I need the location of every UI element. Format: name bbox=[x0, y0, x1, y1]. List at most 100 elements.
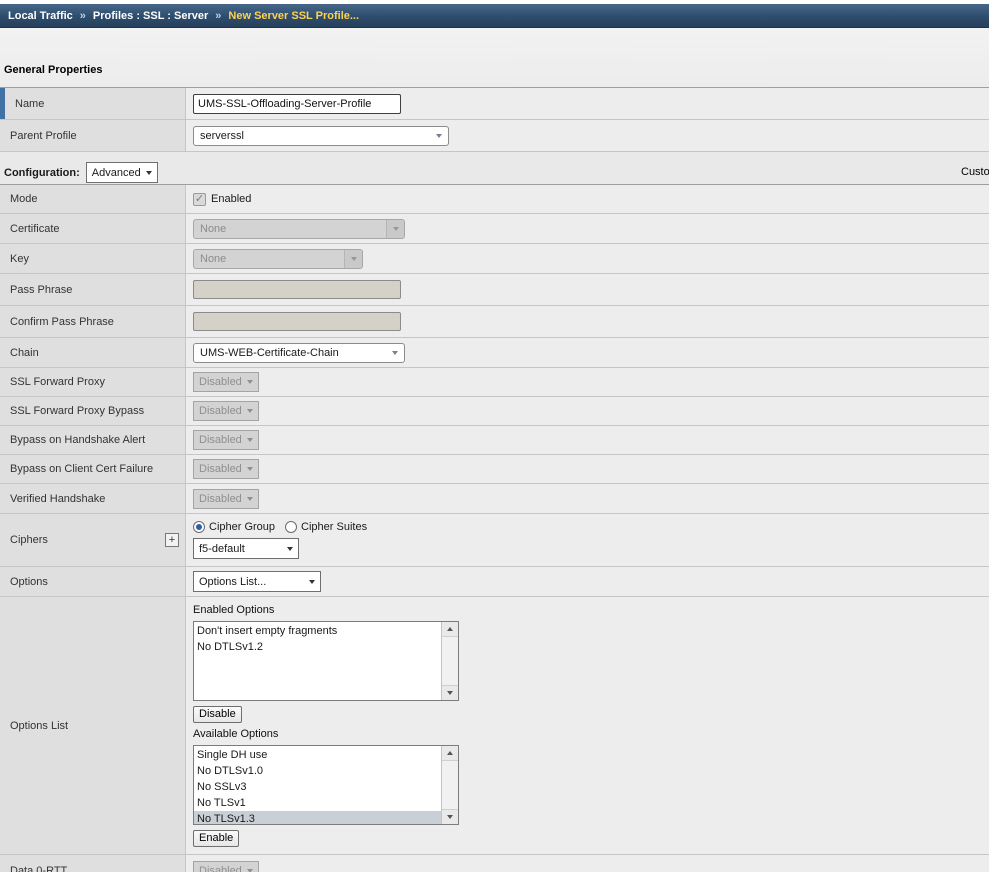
list-item[interactable]: No TLSv1 bbox=[194, 795, 441, 811]
ssl-forward-proxy-row: SSL Forward Proxy Disabled bbox=[0, 368, 989, 397]
ciphers-expand-button[interactable]: + bbox=[165, 533, 179, 547]
list-item[interactable]: No DTLSv1.2 bbox=[194, 639, 441, 655]
chevron-down-icon bbox=[247, 409, 253, 413]
configuration-level-select[interactable]: Advanced bbox=[86, 162, 158, 183]
name-value-cell bbox=[186, 88, 989, 119]
list-item[interactable]: No SSLv3 bbox=[194, 779, 441, 795]
breadcrumb-separator-icon: » bbox=[215, 10, 221, 22]
list-item[interactable]: No DTLSv1.0 bbox=[194, 763, 441, 779]
mode-row: Mode ✓ Enabled bbox=[0, 185, 989, 214]
enabled-options-title: Enabled Options bbox=[193, 604, 274, 616]
custom-column-header: Custom bbox=[961, 166, 989, 178]
options-select[interactable]: Options List... bbox=[193, 571, 321, 592]
verified-handshake-value: Disabled bbox=[199, 493, 242, 505]
bypass-client-cert-failure-select: Disabled bbox=[193, 459, 259, 479]
verified-handshake-label: Verified Handshake bbox=[10, 493, 105, 505]
scroll-up-icon[interactable] bbox=[442, 622, 458, 637]
key-row: Key None bbox=[0, 244, 989, 274]
data-0rtt-row: Data 0-RTT Disabled bbox=[0, 855, 989, 872]
ssl-forward-proxy-bypass-value: Disabled bbox=[199, 405, 242, 417]
configuration-table: Mode ✓ Enabled Certificate None Key None bbox=[0, 184, 989, 872]
options-value: Options List... bbox=[199, 576, 266, 588]
breadcrumb: Local Traffic » Profiles : SSL : Server … bbox=[0, 4, 989, 28]
breadcrumb-separator-icon: » bbox=[80, 10, 86, 22]
chain-label: Chain bbox=[10, 347, 39, 359]
ciphers-label: Ciphers bbox=[10, 534, 48, 546]
chain-dropdown[interactable]: UMS-WEB-Certificate-Chain bbox=[193, 343, 405, 363]
data-0rtt-value: Disabled bbox=[199, 865, 242, 872]
chevron-down-icon bbox=[247, 467, 253, 471]
cipher-group-select[interactable]: f5-default bbox=[193, 538, 299, 559]
ssl-forward-proxy-bypass-select: Disabled bbox=[193, 401, 259, 421]
name-row: Name bbox=[0, 88, 989, 120]
bypass-handshake-alert-select: Disabled bbox=[193, 430, 259, 450]
ssl-forward-proxy-select: Disabled bbox=[193, 372, 259, 392]
verified-handshake-select: Disabled bbox=[193, 489, 259, 509]
ssl-forward-proxy-label: SSL Forward Proxy bbox=[10, 376, 105, 388]
name-label: Name bbox=[15, 98, 44, 110]
bypass-client-cert-failure-row: Bypass on Client Cert Failure Disabled bbox=[0, 455, 989, 484]
confirm-pass-phrase-input bbox=[193, 312, 401, 331]
breadcrumb-local-traffic[interactable]: Local Traffic bbox=[8, 10, 73, 22]
confirm-pass-phrase-row: Confirm Pass Phrase bbox=[0, 306, 989, 338]
configuration-level-value: Advanced bbox=[92, 167, 141, 179]
enabled-options-listbox[interactable]: Don't insert empty fragments No DTLSv1.2 bbox=[193, 621, 459, 701]
disable-button[interactable]: Disable bbox=[193, 706, 242, 723]
data-0rtt-label: Data 0-RTT bbox=[10, 865, 67, 872]
cipher-group-value: f5-default bbox=[199, 543, 245, 555]
parent-profile-dropdown[interactable]: serverssl bbox=[193, 126, 449, 146]
chevron-down-icon bbox=[287, 547, 293, 551]
chevron-down-icon[interactable] bbox=[386, 344, 404, 362]
confirm-pass-phrase-label: Confirm Pass Phrase bbox=[10, 316, 114, 328]
chevron-down-icon bbox=[344, 250, 362, 268]
list-item[interactable]: Single DH use bbox=[194, 747, 441, 763]
enable-button[interactable]: Enable bbox=[193, 830, 239, 847]
general-properties-title: General Properties bbox=[0, 28, 989, 87]
scroll-up-icon[interactable] bbox=[442, 746, 458, 761]
cipher-suites-radio[interactable] bbox=[285, 521, 297, 533]
ssl-forward-proxy-value: Disabled bbox=[199, 376, 242, 388]
scroll-down-icon[interactable] bbox=[442, 809, 458, 824]
available-options-title: Available Options bbox=[193, 728, 278, 740]
page-content: General Properties Name Parent Profile s… bbox=[0, 28, 989, 872]
parent-profile-row: Parent Profile serverssl bbox=[0, 120, 989, 152]
parent-profile-label-cell: Parent Profile bbox=[0, 120, 186, 151]
breadcrumb-current-page: New Server SSL Profile... bbox=[228, 10, 359, 22]
bypass-handshake-alert-label: Bypass on Handshake Alert bbox=[10, 434, 145, 446]
mode-label: Mode bbox=[10, 193, 38, 205]
key-label: Key bbox=[10, 253, 29, 265]
pass-phrase-row: Pass Phrase bbox=[0, 274, 989, 306]
chevron-down-icon bbox=[247, 497, 253, 501]
name-input[interactable] bbox=[193, 94, 401, 114]
verified-handshake-row: Verified Handshake Disabled bbox=[0, 484, 989, 514]
chevron-down-icon bbox=[386, 220, 404, 238]
certificate-value: None bbox=[194, 223, 386, 235]
parent-profile-label: Parent Profile bbox=[10, 130, 77, 142]
parent-profile-value: serverssl bbox=[194, 130, 430, 142]
list-item-selected[interactable]: No TLSv1.3 bbox=[194, 811, 441, 825]
available-options-scrollbar[interactable] bbox=[441, 746, 458, 824]
available-options-listbox[interactable]: Single DH use No DTLSv1.0 No SSLv3 No TL… bbox=[193, 745, 459, 825]
mode-checkbox: ✓ bbox=[193, 193, 206, 206]
chevron-down-icon bbox=[309, 580, 315, 584]
breadcrumb-profiles-ssl-server[interactable]: Profiles : SSL : Server bbox=[93, 10, 208, 22]
certificate-dropdown: None bbox=[193, 219, 405, 239]
options-list-row: Options List Enabled Options Don't inser… bbox=[0, 597, 989, 855]
certificate-label: Certificate bbox=[10, 223, 60, 235]
cipher-group-radio[interactable] bbox=[193, 521, 205, 533]
chevron-down-icon bbox=[146, 171, 152, 175]
mode-checkbox-label: Enabled bbox=[211, 193, 251, 205]
chevron-down-icon[interactable] bbox=[430, 127, 448, 145]
configuration-header: Configuration: Advanced Custom bbox=[0, 161, 989, 184]
list-item[interactable]: Don't insert empty fragments bbox=[194, 623, 441, 639]
bypass-handshake-alert-value: Disabled bbox=[199, 434, 242, 446]
key-dropdown: None bbox=[193, 249, 363, 269]
ciphers-row: Ciphers + Cipher Group Cipher Suites f5-… bbox=[0, 514, 989, 567]
pass-phrase-input bbox=[193, 280, 401, 299]
chain-row: Chain UMS-WEB-Certificate-Chain bbox=[0, 338, 989, 368]
name-label-cell: Name bbox=[0, 88, 186, 119]
options-list-label: Options List bbox=[10, 720, 68, 732]
enabled-options-scrollbar[interactable] bbox=[441, 622, 458, 700]
bypass-client-cert-failure-value: Disabled bbox=[199, 463, 242, 475]
scroll-down-icon[interactable] bbox=[442, 685, 458, 700]
